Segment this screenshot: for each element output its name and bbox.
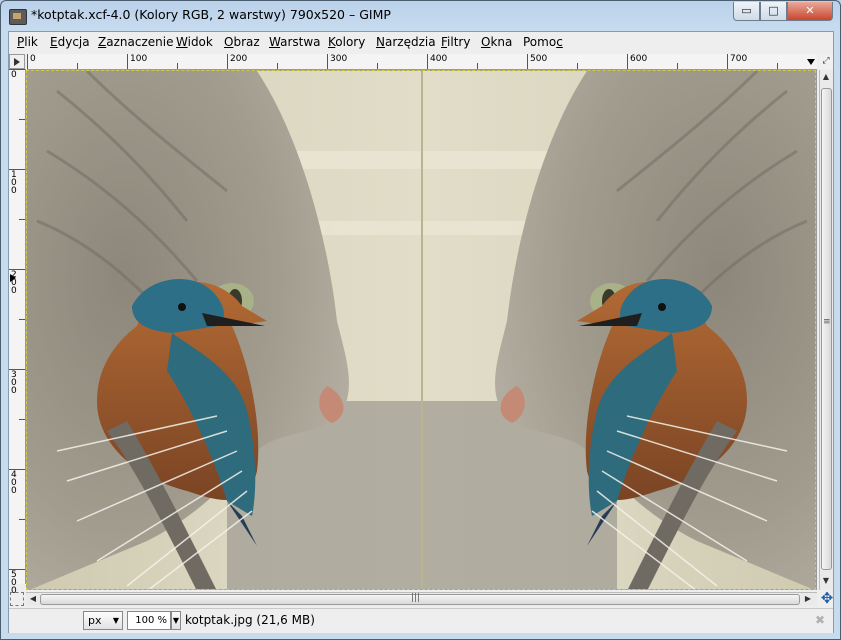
vertical-scrollbar[interactable]: ▲ ▼ [819,70,833,590]
menu-bar: Plik Edycja Zaznaczenie Widok Obraz Wars… [9,32,833,53]
horizontal-scroll-thumb[interactable] [40,593,800,605]
quick-mask-toggle-icon[interactable] [10,592,24,606]
maximize-icon: □ [768,4,779,17]
cat-and-kingfisher-illustration-mirrored [422,71,815,589]
window-title: *kotptak.xcf-4.0 (Kolory RGB, 2 warstwy)… [31,7,391,22]
menu-pomoc[interactable]: Pomoc [523,35,563,49]
scroll-down-icon[interactable]: ▼ [820,576,832,585]
navigate-cross-icon[interactable]: ✥ [819,590,835,606]
image-kotptak[interactable] [26,70,816,590]
menu-zaznaczenie[interactable]: Zaznaczenie [98,35,173,49]
cancel-icon[interactable]: ✖ [813,613,827,627]
ruler-label: 500 [530,54,548,64]
menu-narzedzia[interactable]: Narzędzia [376,35,436,49]
ruler-label: 100 [130,54,148,64]
image-left-half [27,71,422,589]
close-button[interactable]: ✕ [787,2,833,21]
horizontal-ruler[interactable]: 0 100 200 300 400 500 600 700 [27,54,817,70]
minimize-icon: ▭ [741,4,752,17]
menu-plik[interactable]: Plik [17,35,38,49]
menu-filtry[interactable]: Filtry [441,35,470,49]
unit-select[interactable]: px [83,611,123,630]
image-window-client: Plik Edycja Zaznaczenie Widok Obraz Wars… [8,31,834,633]
ruler-menu-icon[interactable] [9,54,25,69]
cat-and-kingfisher-illustration [27,71,422,589]
ruler-label: 600 [630,54,648,64]
ruler-label: 100 [11,170,17,196]
image-right-half-mirrored [422,71,815,589]
status-bar: px 100 % ▼ kotptak.jpg (21,6 MB) ✖ [9,608,833,633]
menu-kolory[interactable]: Kolory [328,35,365,49]
gimp-app-icon[interactable] [9,9,27,25]
ruler-label: 400 [430,54,448,64]
ruler-label: 300 [330,54,348,64]
close-icon: ✕ [805,4,815,17]
menu-widok[interactable]: Widok [176,35,213,49]
gimp-window: *kotptak.xcf-4.0 (Kolory RGB, 2 warstwy)… [0,0,841,640]
zoom-fit-icon[interactable]: ⤢ [819,54,833,69]
scroll-right-icon[interactable]: ▶ [802,594,814,603]
zoom-input[interactable]: 100 % [127,611,171,630]
ruler-label: 300 [11,370,17,396]
pointer-position-marker [10,274,16,282]
ruler-label: 400 [11,470,17,496]
menu-okna[interactable]: Okna [481,35,512,49]
ruler-label: 0 [30,54,36,64]
pointer-position-marker [807,59,815,65]
vertical-scroll-thumb[interactable] [821,88,832,570]
image-canvas[interactable] [26,70,817,590]
menu-obraz[interactable]: Obraz [224,35,260,49]
horizontal-scrollbar[interactable]: ◀ ▶ [26,592,817,606]
menu-warstwa[interactable]: Warstwa [269,35,321,49]
ruler-label: 0 [11,70,17,80]
title-bar[interactable]: *kotptak.xcf-4.0 (Kolory RGB, 2 warstwy)… [1,1,840,31]
menu-edycja[interactable]: Edycja [50,35,90,49]
ruler-label: 200 [230,54,248,64]
mirror-seam [421,71,423,589]
scroll-left-icon[interactable]: ◀ [27,594,39,603]
scroll-up-icon[interactable]: ▲ [820,72,832,81]
file-info-text: kotptak.jpg (21,6 MB) [185,613,315,627]
ruler-label: 700 [730,54,748,64]
maximize-button[interactable]: □ [760,2,787,21]
minimize-button[interactable]: ▭ [733,2,760,21]
vertical-ruler-ticks [9,69,25,570]
zoom-dropdown-icon[interactable]: ▼ [171,611,181,630]
vertical-ruler[interactable]: 0 100 200 300 400 500 [9,69,26,596]
